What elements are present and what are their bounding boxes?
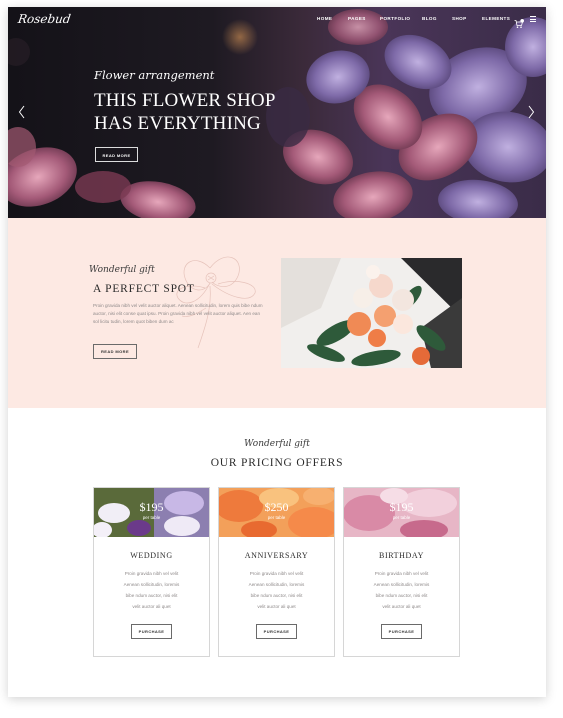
perfect-spot-section: Wonderful gift A PERFECT SPOT Proin grav… [8, 218, 546, 408]
card-name: BIRTHDAY [379, 551, 424, 560]
card-feature: bibe ndum auctor, nisi elit [375, 593, 428, 598]
card-price-unit: per table [142, 515, 161, 520]
cart-button[interactable] [514, 14, 524, 28]
right-arrow-icon[interactable] [527, 105, 535, 119]
hamburger-menu-icon[interactable] [530, 16, 536, 22]
card-name: WEDDING [130, 551, 173, 560]
nav-item-blog[interactable]: BLOG [422, 16, 437, 21]
card-feature: Proin gravida nibh vel velit [124, 571, 179, 576]
main-nav: HOME PAGES PORTFOLIO BLOG SHOP ELEMENTS [8, 16, 546, 26]
card-price-unit: per table [267, 515, 286, 520]
hero-title-line1: THIS FLOWER SHOP [94, 90, 276, 111]
hero-script-heading: Flower arrangement [94, 68, 215, 82]
card-price-unit: per table [392, 515, 411, 520]
card-feature: Aenean sollicitudin, loremis [373, 582, 430, 587]
pricing-script-heading: Wonderful gift [244, 439, 310, 449]
pricing-title: OUR PRICING OFFERS [210, 457, 344, 469]
hero-flower-image [8, 9, 546, 218]
nav-item-elements[interactable]: ELEMENTS [482, 16, 510, 21]
flower-sketch-illustration [176, 256, 256, 349]
card-price: $250 [264, 500, 289, 514]
hero-read-more-button[interactable]: READ MORE [95, 147, 138, 162]
nav-item-shop[interactable]: SHOP [452, 16, 467, 21]
cart-icon [514, 19, 524, 28]
page-frame: Rosebud HOME PAGES PORTFOLIO BLOG SHOP E… [8, 7, 546, 697]
pricing-card-anniversary: $250 per table ANNIVERSARY Proin gravida… [218, 487, 335, 657]
nav-item-portfolio[interactable]: PORTFOLIO [380, 16, 410, 21]
card-name: ANNIVERSARY [244, 551, 309, 560]
bouquet-photo [281, 258, 462, 368]
card-feature: bibe ndum auctor, nisi elit [125, 593, 178, 598]
card-feature: Proin gravida nibh vel velit [374, 571, 429, 576]
card-price: $195 [389, 500, 414, 514]
card-feature: velit auctor ali quet [382, 604, 421, 609]
spot-script-heading: Wonderful gift [89, 265, 155, 275]
left-arrow-icon[interactable] [18, 105, 26, 119]
card-price: $195 [139, 500, 164, 514]
card-feature: Aenean sollicitudin, loremis [248, 582, 305, 587]
spot-paragraph: Proin gravida nibh vel velit auctor aliq… [93, 303, 263, 324]
nav-item-pages[interactable]: PAGES [348, 16, 366, 21]
nav-item-home[interactable]: HOME [317, 16, 332, 21]
purchase-button-anniversary[interactable]: PURCHASE [256, 624, 297, 639]
card-feature: Aenean sollicitudin, loremis [123, 582, 180, 587]
hero-title-line2: HAS EVERYTHING [94, 113, 261, 134]
hero-slider: Rosebud HOME PAGES PORTFOLIO BLOG SHOP E… [8, 7, 546, 218]
card-feature: velit auctor ali quet [257, 604, 296, 609]
spot-read-more-button[interactable]: READ MORE [93, 344, 137, 359]
card-feature: Proin gravida nibh vel velit [249, 571, 304, 576]
hero-title: THIS FLOWER SHOP HAS EVERYTHING [94, 89, 276, 135]
purchase-button-wedding[interactable]: PURCHASE [131, 624, 172, 639]
card-feature: velit auctor ali quet [132, 604, 171, 609]
spot-title: A PERFECT SPOT [93, 283, 195, 295]
pricing-section: Wonderful gift OUR PRICING OFFERS $195 p… [8, 408, 546, 697]
card-feature: bibe ndum auctor, nisi elit [250, 593, 303, 598]
pricing-card-birthday: $195 per table BIRTHDAY Proin gravida ni… [343, 487, 460, 657]
purchase-button-birthday[interactable]: PURCHASE [381, 624, 422, 639]
pricing-card-wedding: $195 per table WEDDING Proin gravida nib… [93, 487, 210, 657]
